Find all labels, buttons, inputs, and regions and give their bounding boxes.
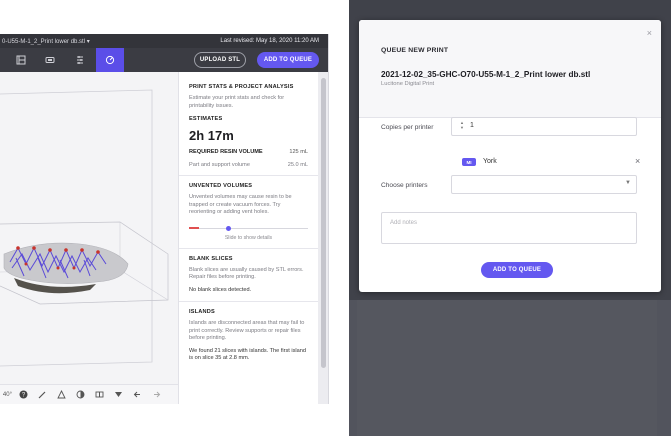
- blank-slices-heading: BLANK SLICES: [189, 255, 233, 262]
- copies-label: Copies per printer: [381, 124, 434, 131]
- upload-stl-button[interactable]: UPLOAD STL: [194, 52, 246, 68]
- queue-dialog-window: QUEUE NEW PRINT 2021-12-02_35-GHC-O70-U5…: [349, 0, 671, 436]
- close-icon[interactable]: ×: [647, 28, 652, 38]
- contrast-icon: [76, 390, 85, 399]
- model-render: [0, 89, 169, 367]
- slider-caption: Slide to show details: [224, 234, 273, 241]
- resin-volume-label: REQUIRED RESIN VOLUME: [189, 149, 263, 155]
- unvented-slider[interactable]: [189, 225, 308, 232]
- blank-slices-result: No blank slices detected.: [189, 286, 252, 293]
- cone-icon: [57, 390, 66, 399]
- estimates-heading: ESTIMATES: [189, 116, 223, 122]
- support-volume-row: Part and support volume 25.0 mL: [189, 162, 308, 168]
- rect-tool-button[interactable]: [36, 48, 64, 72]
- pen-button[interactable]: [33, 385, 52, 405]
- scrollbar-thumb[interactable]: [321, 78, 326, 368]
- unvented-text: Unvented volumes may cause resin to be t…: [189, 194, 292, 215]
- selected-printer-name: York: [483, 158, 497, 165]
- choose-printers-label: Choose printers: [381, 182, 428, 189]
- stats-subtitle: Estimate your print stats and check for …: [189, 95, 285, 109]
- dimmed-background-panel: [357, 300, 657, 436]
- support-volume-value: 25.0 mL: [287, 162, 308, 168]
- redo-button[interactable]: [147, 385, 166, 405]
- add-to-queue-submit-button[interactable]: ADD TO QUEUE: [481, 262, 553, 278]
- help-button[interactable]: ?: [14, 385, 33, 405]
- modal-file-name: 2021-12-02_35-GHC-O70-U55-M-1_2_Print lo…: [381, 70, 591, 79]
- divider: [179, 247, 318, 249]
- model-viewport[interactable]: [0, 72, 178, 384]
- layout-tool-button[interactable]: [7, 48, 35, 72]
- islands-heading: ISLANDS: [189, 309, 215, 315]
- modal-organization: Lucitone Digital Print: [381, 81, 435, 87]
- title-bar: 0-U55-M-1_2_Print lower db.stl ▾ Last re…: [0, 34, 328, 48]
- pen-icon: [38, 391, 46, 399]
- cut-button[interactable]: [109, 385, 128, 405]
- islands-text: Islands are disconnected areas that may …: [189, 320, 305, 341]
- cone-button[interactable]: [52, 385, 71, 405]
- add-to-queue-button[interactable]: ADD TO QUEUE: [257, 52, 319, 68]
- unvented-heading: UNVENTED VOLUMES: [189, 183, 253, 189]
- supports-tool-button[interactable]: [66, 48, 94, 72]
- print-stats-panel: PRINT STATS & PROJECT ANALYSIS Estimate …: [178, 72, 318, 404]
- help-icon: ?: [19, 390, 28, 399]
- screenshot-stage: 0-U55-M-1_2_Print lower db.stl ▾ Last re…: [0, 0, 671, 436]
- supports-icon: [77, 56, 83, 64]
- stepper-icon[interactable]: ▲ ▼: [460, 120, 464, 130]
- printer-chip-badge: MI: [462, 158, 476, 166]
- print-editor-window: 0-U55-M-1_2_Print lower db.stl ▾ Last re…: [0, 34, 329, 404]
- stats-title: PRINT STATS & PROJECT ANALYSIS: [189, 84, 294, 90]
- split-button[interactable]: [90, 385, 109, 405]
- modal-header: QUEUE NEW PRINT 2021-12-02_35-GHC-O70-U5…: [359, 20, 661, 118]
- cut-icon: [115, 392, 122, 397]
- viewport-bottom-bar: 40° ?: [0, 384, 178, 404]
- panel-scrollbar[interactable]: [318, 72, 328, 404]
- arrow-left-icon: [133, 391, 140, 398]
- contrast-button[interactable]: [71, 385, 90, 405]
- stats-icon: [105, 55, 115, 65]
- rect-icon: [45, 57, 55, 63]
- slider-handle[interactable]: [226, 225, 231, 231]
- resin-volume-row: REQUIRED RESIN VOLUME 125 mL: [189, 149, 308, 155]
- slider-track: [189, 227, 308, 229]
- blank-slices-text: Blank slices are usually caused by STL e…: [189, 266, 304, 281]
- queue-new-print-modal: QUEUE NEW PRINT 2021-12-02_35-GHC-O70-U5…: [359, 20, 661, 292]
- notes-placeholder: Add notes: [390, 220, 418, 226]
- modal-title: QUEUE NEW PRINT: [381, 47, 449, 54]
- copies-input[interactable]: ▲ ▼ 1: [451, 117, 637, 136]
- islands-result: We found 21 slices with islands. The fir…: [189, 347, 307, 362]
- notes-textarea[interactable]: Add notes: [381, 212, 637, 244]
- divider: [179, 301, 318, 302]
- chevron-down-icon: ▼: [625, 180, 631, 186]
- support-volume-label: Part and support volume: [189, 162, 250, 168]
- resin-volume-value: 125 mL: [289, 149, 308, 155]
- arrow-right-icon: [154, 391, 161, 398]
- last-revised-label: Last revised: May 18, 2020 11:20 AM: [220, 38, 319, 44]
- divider: [179, 175, 318, 176]
- undo-button[interactable]: [128, 385, 147, 405]
- print-time-value: 2h 17m: [189, 128, 234, 143]
- slider-range: [189, 226, 199, 229]
- file-name-label[interactable]: 0-U55-M-1_2_Print lower db.stl ▾: [2, 38, 90, 45]
- split-icon: [95, 391, 104, 398]
- editor-toolbar: UPLOAD STL ADD TO QUEUE: [0, 48, 328, 72]
- choose-printers-select[interactable]: ▼: [451, 175, 637, 194]
- remove-printer-icon[interactable]: ×: [635, 156, 640, 166]
- copies-value: 1: [470, 122, 474, 129]
- angle-readout: 40°: [2, 391, 12, 398]
- layout-icon: [16, 55, 26, 65]
- stats-tool-button[interactable]: [96, 48, 124, 72]
